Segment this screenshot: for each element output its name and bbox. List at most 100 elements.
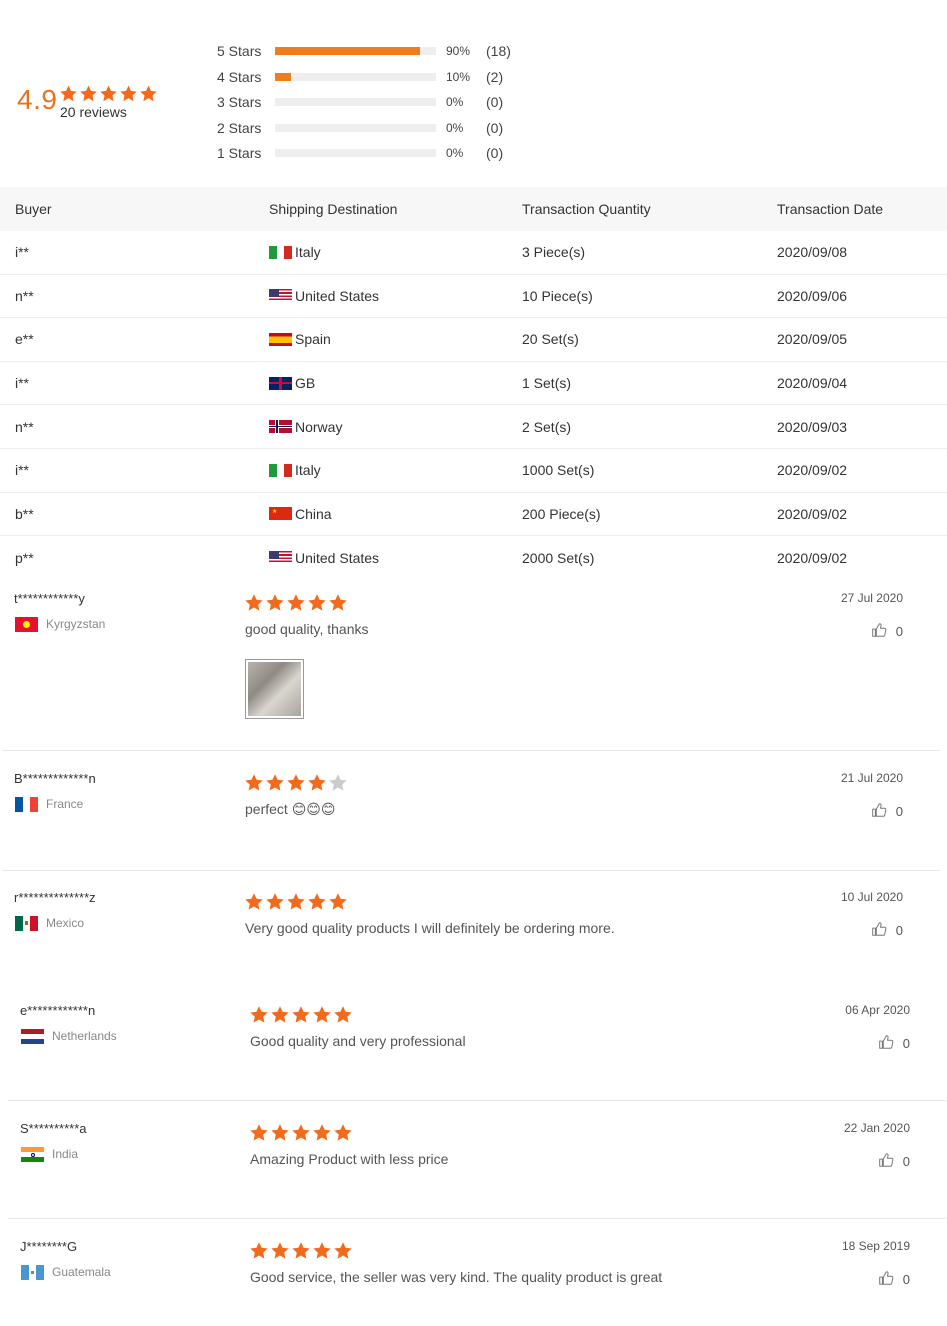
reviewer-country: Kyrgyzstan <box>46 617 106 631</box>
helpful-button[interactable]: 0 <box>877 1033 910 1054</box>
transaction-quantity: 1 Set(s) <box>522 375 572 392</box>
buyer-name: n** <box>15 287 34 304</box>
helpful-button[interactable]: 0 <box>870 920 903 941</box>
distribution-bar <box>275 47 436 55</box>
star-icon <box>307 773 327 797</box>
distribution-percent: 10% <box>446 70 471 84</box>
star-distribution-row-3[interactable]: 3 Stars 0% (0) <box>217 92 537 112</box>
reviewer-country: Netherlands <box>52 1029 117 1043</box>
transaction-quantity: 200 Piece(s) <box>522 505 601 522</box>
review-text: Very good quality products I will defini… <box>245 920 615 936</box>
transaction-quantity: 2000 Set(s) <box>522 549 595 566</box>
destination-name: Italy <box>295 244 321 261</box>
us-flag <box>269 289 292 303</box>
france-flag <box>15 797 38 812</box>
review-text: good quality, thanks <box>245 621 369 637</box>
distribution-count: (0) <box>486 120 504 136</box>
review-date: 06 Apr 2020 <box>845 1003 910 1017</box>
review-divider <box>8 1100 946 1101</box>
distribution-label: 3 Stars <box>217 94 262 110</box>
transaction-date: 2020/09/02 <box>777 462 848 479</box>
reviewer-name: S**********a <box>20 1121 87 1136</box>
helpful-button[interactable]: 0 <box>870 801 903 822</box>
star-icon <box>312 1123 332 1147</box>
buyer-name: p** <box>15 549 34 566</box>
review-date: 27 Jul 2020 <box>840 591 903 605</box>
destination-name: Norway <box>295 418 343 435</box>
thumbs-up-icon <box>870 621 888 642</box>
shipping-destination: Italy <box>268 449 522 492</box>
review-divider <box>2 750 940 751</box>
review-rating <box>249 1123 353 1147</box>
shipping-destination: Norway <box>268 405 522 448</box>
shipping-destination: GB <box>268 362 522 405</box>
destination-name: GB <box>295 375 316 392</box>
destination-name: Italy <box>295 462 321 479</box>
helpful-count: 0 <box>902 1272 910 1287</box>
review-photo <box>248 662 301 716</box>
star-icon <box>333 1123 353 1147</box>
distribution-percent: 0% <box>446 146 464 160</box>
review-text: Good service, the seller was very kind. … <box>250 1269 663 1285</box>
italy-flag <box>269 463 292 477</box>
helpful-button[interactable]: 0 <box>877 1269 910 1290</box>
helpful-button[interactable]: 0 <box>870 621 903 642</box>
thumbs-up-icon <box>870 920 888 941</box>
average-score: 4.9 <box>17 84 58 115</box>
transaction-quantity: 10 Piece(s) <box>522 287 593 304</box>
star-icon <box>328 593 348 617</box>
distribution-fill <box>275 47 420 55</box>
review-photo-thumbnail[interactable] <box>245 659 304 719</box>
reviewer-country: Mexico <box>46 916 85 930</box>
helpful-count: 0 <box>902 1036 910 1051</box>
table-row: b** ★ China 200 Piece(s) 2020/09/02 <box>0 493 947 537</box>
star-icon <box>333 1005 353 1029</box>
transaction-date: 2020/09/02 <box>777 549 848 566</box>
star-icon <box>270 1241 290 1265</box>
destination-name: United States <box>295 287 380 304</box>
distribution-bar <box>275 73 436 81</box>
star-icon <box>328 773 348 797</box>
review-rating <box>249 1241 353 1265</box>
star-icon <box>307 593 327 617</box>
spain-flag <box>269 332 292 346</box>
buyer-name: i** <box>15 462 30 479</box>
review-divider <box>8 1218 946 1219</box>
helpful-button[interactable]: 0 <box>877 1151 910 1172</box>
netherlands-flag <box>21 1029 44 1044</box>
star-icon <box>286 773 306 797</box>
transaction-quantity: 3 Piece(s) <box>522 244 586 261</box>
transaction-quantity: 1000 Set(s) <box>522 462 595 479</box>
norway-flag <box>269 420 292 434</box>
star-distribution-row-2[interactable]: 2 Stars 0% (0) <box>217 118 537 138</box>
buyer-name: i** <box>15 244 30 261</box>
distribution-count: (0) <box>486 94 504 110</box>
review-text: perfect 😊😊😊 <box>245 801 336 817</box>
distribution-label: 1 Stars <box>217 145 262 161</box>
review-date: 18 Sep 2019 <box>841 1239 910 1253</box>
kyrgyzstan-flag <box>15 617 38 632</box>
table-row: n** United States 10 Piece(s) 2020/09/06 <box>0 275 947 319</box>
star-icon <box>244 773 264 797</box>
reviewer-country: India <box>52 1147 79 1161</box>
distribution-label: 2 Stars <box>217 120 262 136</box>
star-distribution-row-1[interactable]: 1 Stars 0% (0) <box>217 143 537 163</box>
star-distribution-row-5[interactable]: 5 Stars 90% (18) <box>217 41 537 61</box>
distribution-label: 5 Stars <box>217 43 262 59</box>
transaction-date: 2020/09/03 <box>777 418 848 435</box>
distribution-bar <box>275 124 436 132</box>
guatemala-flag <box>21 1265 44 1280</box>
transaction-date: 2020/09/08 <box>777 244 848 261</box>
star-icon <box>249 1241 269 1265</box>
shipping-destination: ★ China <box>268 493 522 536</box>
transaction-date: 2020/09/02 <box>777 505 848 522</box>
thumbs-up-icon <box>877 1269 895 1290</box>
transaction-date: 2020/09/04 <box>777 375 848 392</box>
distribution-count: (18) <box>486 43 511 59</box>
star-icon <box>291 1123 311 1147</box>
star-distribution-row-4[interactable]: 4 Stars 10% (2) <box>217 67 537 87</box>
star-icon <box>291 1241 311 1265</box>
us-flag <box>269 551 292 565</box>
reviewer-name: t************y <box>14 591 85 606</box>
reviewer-country: Guatemala <box>52 1265 111 1279</box>
